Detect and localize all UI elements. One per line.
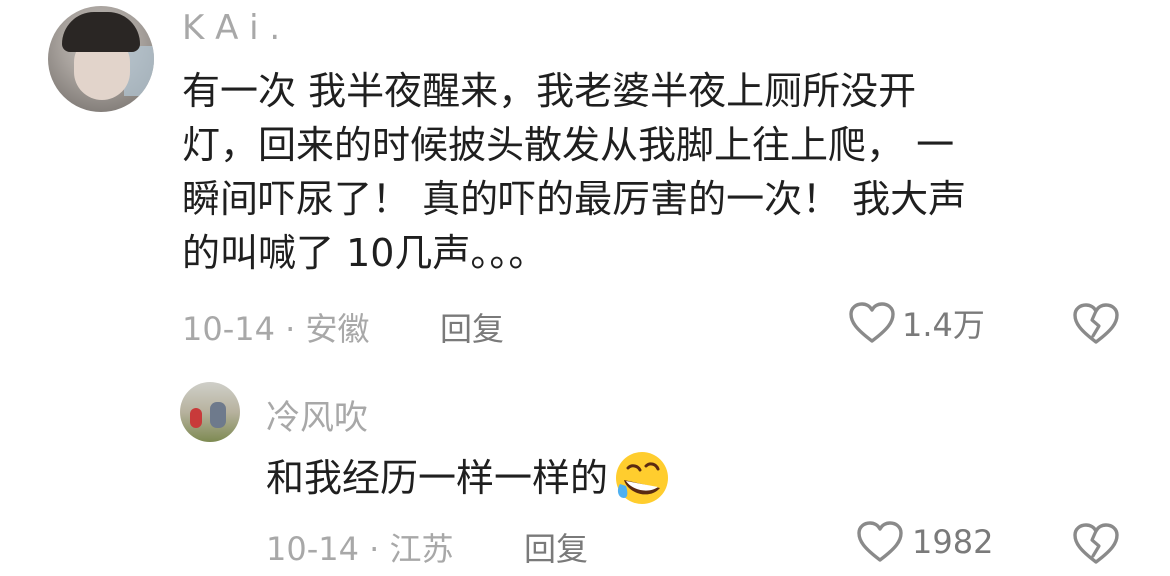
- reply-text: 和我经历一样一样的: [266, 456, 609, 500]
- broken-heart-icon: [1072, 302, 1120, 346]
- reply-reply-button[interactable]: 回复: [524, 524, 588, 570]
- reply-like-count: 1982: [912, 523, 994, 561]
- comment-text-line: 瞬间吓尿了！ 真的吓的最厉害的一次！ 我大声: [182, 177, 967, 221]
- like-count: 1.4万: [902, 306, 985, 344]
- comment-text-line: 有一次 我半夜醒来，我老婆半夜上厕所没开: [182, 69, 917, 113]
- reply-username[interactable]: 冷风吹: [266, 390, 368, 439]
- comment-text-line: 灯，回来的时候披头散发从我脚上往上爬， 一: [182, 123, 955, 167]
- comment-text: 有一次 我半夜醒来，我老婆半夜上厕所没开 灯，回来的时候披头散发从我脚上往上爬，…: [182, 64, 1142, 280]
- avatar[interactable]: [48, 6, 154, 112]
- rolling-on-floor-laughing-emoji: [614, 450, 670, 506]
- comment-text-line: 的叫喊了 10几声。。。: [182, 231, 547, 275]
- comment-username[interactable]: K A i .: [182, 8, 280, 48]
- broken-heart-icon: [1072, 522, 1120, 566]
- heart-outline-icon: [856, 520, 904, 564]
- reply-meta: 10-14 · 江苏: [266, 530, 454, 568]
- reply-avatar[interactable]: [180, 382, 240, 442]
- dislike-button[interactable]: [1072, 302, 1120, 346]
- heart-outline-icon: [848, 301, 896, 345]
- reply-like-button[interactable]: 1982: [856, 520, 993, 564]
- reply-text-row: 和我经历一样一样的: [266, 450, 670, 506]
- comment-meta: 10-14 · 安徽: [182, 310, 370, 348]
- like-button[interactable]: 1.4万: [848, 300, 985, 346]
- reply-dislike-button[interactable]: [1072, 522, 1120, 566]
- reply-button[interactable]: 回复: [440, 304, 504, 350]
